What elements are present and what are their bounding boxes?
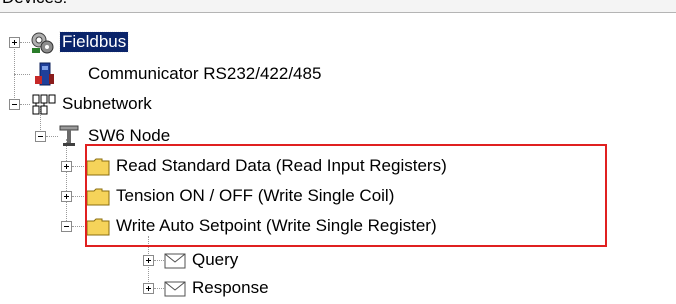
tree-node-subnetwork[interactable]: Subnetwork	[0, 92, 240, 118]
expand-plus-icon[interactable]	[61, 191, 72, 202]
fieldbus-label[interactable]: Fieldbus	[58, 31, 130, 53]
tree-node-fieldbus[interactable]: Fieldbus	[0, 30, 200, 56]
tree-line	[14, 74, 30, 75]
query-label[interactable]: Query	[192, 250, 238, 270]
expand-plus-icon[interactable]	[143, 255, 154, 266]
expand-plus-icon[interactable]	[143, 283, 154, 294]
tree-line	[72, 166, 84, 167]
tree-node-query[interactable]: Query	[0, 248, 260, 274]
tree-line	[46, 136, 58, 137]
tree-line	[72, 226, 84, 227]
highlight-box	[85, 144, 607, 247]
collapse-minus-icon[interactable]	[9, 99, 20, 110]
collapse-minus-icon[interactable]	[61, 221, 72, 232]
response-label[interactable]: Response	[192, 278, 269, 298]
subnetwork-icon	[32, 94, 56, 115]
tree-line	[154, 288, 164, 289]
sw6-node-label[interactable]: SW6 Node	[88, 126, 170, 146]
collapse-minus-icon[interactable]	[35, 131, 46, 142]
fieldbus-gear-icon	[31, 32, 54, 54]
tree-line	[20, 104, 30, 105]
node-icon	[59, 125, 79, 146]
envelope-icon	[164, 253, 186, 269]
communicator-device-icon	[35, 62, 54, 86]
tree-line	[154, 260, 164, 261]
tree-node-communicator[interactable]: Communicator RS232/422/485	[0, 62, 420, 88]
subnetwork-label[interactable]: Subnetwork	[62, 94, 152, 114]
tree-line	[20, 42, 30, 43]
communicator-label[interactable]: Communicator RS232/422/485	[88, 64, 321, 84]
tree-line	[72, 196, 84, 197]
expand-plus-icon[interactable]	[9, 37, 20, 48]
tree-node-response[interactable]: Response	[0, 276, 269, 302]
envelope-icon	[164, 281, 186, 297]
tree-header-label: Devices:	[2, 0, 67, 8]
expand-plus-icon[interactable]	[61, 161, 72, 172]
tree-header-strip: Devices:	[0, 0, 676, 13]
